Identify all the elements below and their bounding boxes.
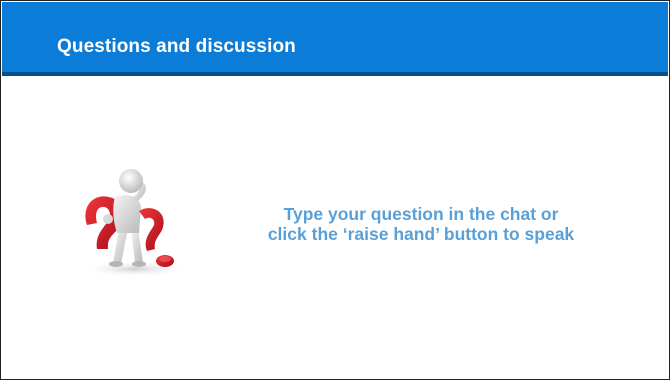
- caption: Type your question in the chat or click …: [206, 204, 636, 244]
- title-bar: Questions and discussion: [2, 2, 668, 76]
- person-with-question-mark-icon: [80, 169, 190, 277]
- caption-line-2: click the ‘raise hand’ button to speak: [267, 224, 575, 244]
- slide: Questions and discussion Type your quest…: [0, 0, 670, 380]
- caption-line-1: Type your question in the chat or: [283, 204, 559, 224]
- slide-title: Questions and discussion: [57, 36, 296, 57]
